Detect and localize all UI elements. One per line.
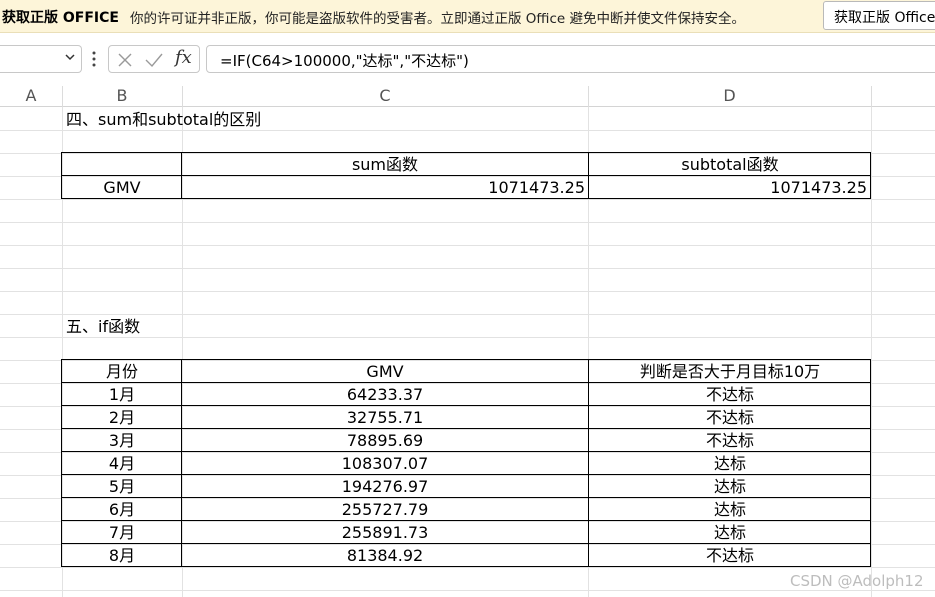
table-cell-result[interactable]: 达标 — [589, 476, 871, 498]
table-cell-result[interactable]: 不达标 — [589, 407, 871, 429]
table-header-cell[interactable]: subtotal函数 — [589, 154, 871, 176]
column-separator[interactable] — [62, 86, 63, 107]
formula-bar: fx =IF(C64>100000,"达标","不达标") — [0, 41, 935, 79]
banner-title: 获取正版 OFFICE — [2, 10, 119, 26]
table-border — [61, 359, 871, 360]
column-header-a[interactable]: A — [0, 86, 62, 107]
banner-message: 你的许可证并非正版，你可能是盗版软件的受害者。立即通过正版 Office 避免中… — [130, 11, 745, 27]
table-cell-result[interactable]: 不达标 — [589, 545, 871, 567]
get-genuine-office-button[interactable]: 获取正版 Office — [823, 1, 935, 30]
table-cell-gmv[interactable]: 32755.71 — [182, 407, 588, 429]
table-cell-subtotal[interactable]: 1071473.25 — [589, 177, 867, 199]
table-cell-result[interactable]: 达标 — [589, 499, 871, 521]
gridline — [0, 314, 935, 315]
gridline — [0, 222, 935, 223]
section-title-sum-subtotal: 四、sum和subtotal的区别 — [66, 110, 262, 129]
table-cell-gmv[interactable]: 81384.92 — [182, 545, 588, 567]
table-cell-month[interactable]: 3月 — [62, 430, 182, 452]
gridline — [0, 245, 935, 246]
table-header-cell[interactable]: GMV — [182, 361, 588, 383]
column-header-c[interactable]: C — [182, 86, 588, 107]
column-separator[interactable] — [588, 86, 589, 107]
gridline — [0, 590, 935, 591]
chevron-down-icon[interactable] — [65, 52, 75, 62]
gridline — [871, 107, 872, 597]
insert-function-icon[interactable]: fx — [175, 47, 192, 68]
table-cell-label[interactable]: GMV — [62, 177, 182, 199]
column-header-b[interactable]: B — [62, 86, 182, 107]
table-cell-result[interactable]: 不达标 — [589, 384, 871, 406]
name-box[interactable] — [0, 45, 82, 73]
table-cell-gmv[interactable]: 64233.37 — [182, 384, 588, 406]
table-cell-month[interactable]: 6月 — [62, 499, 182, 521]
table-cell-month[interactable]: 2月 — [62, 407, 182, 429]
column-header-e[interactable] — [871, 86, 935, 107]
formula-input[interactable]: =IF(C64>100000,"达标","不达标") — [206, 45, 935, 73]
section-title-if: 五、if函数 — [66, 317, 141, 336]
table-cell-month[interactable]: 4月 — [62, 453, 182, 475]
more-options-icon[interactable] — [92, 51, 96, 67]
column-header-d[interactable]: D — [588, 86, 871, 107]
table-cell-sum[interactable]: 1071473.25 — [182, 177, 585, 199]
table-cell-month[interactable]: 7月 — [62, 522, 182, 544]
license-warning-banner: 获取正版 OFFICE 你的许可证并非正版，你可能是盗版软件的受害者。立即通过正… — [0, 0, 935, 33]
table-cell-month[interactable]: 8月 — [62, 545, 182, 567]
gridline — [0, 567, 935, 568]
table-cell-month[interactable]: 5月 — [62, 476, 182, 498]
table-cell-gmv[interactable]: 78895.69 — [182, 430, 588, 452]
column-separator[interactable] — [182, 86, 183, 107]
table-cell-gmv[interactable]: 255891.73 — [182, 522, 588, 544]
table-header-cell[interactable]: 月份 — [62, 361, 182, 383]
table-cell-result[interactable]: 不达标 — [589, 430, 871, 452]
column-separator[interactable] — [871, 86, 872, 107]
gridline — [0, 199, 935, 200]
gridline — [0, 268, 935, 269]
table-cell-gmv[interactable]: 255727.79 — [182, 499, 588, 521]
watermark: CSDN @Adolph12 — [790, 572, 924, 590]
table-cell-result[interactable]: 达标 — [589, 453, 871, 475]
table-cell-gmv[interactable]: 108307.07 — [182, 453, 588, 475]
table-cell-gmv[interactable]: 194276.97 — [182, 476, 588, 498]
cancel-icon[interactable] — [117, 52, 133, 68]
table-header-cell[interactable]: 判断是否大于月目标10万 — [589, 361, 871, 383]
table-border — [61, 152, 871, 153]
formula-actions: fx — [108, 45, 200, 73]
table-header-cell[interactable]: sum函数 — [182, 154, 588, 176]
gridline — [0, 337, 935, 338]
table-cell-month[interactable]: 1月 — [62, 384, 182, 406]
enter-check-icon[interactable] — [145, 52, 163, 68]
gridline — [0, 291, 935, 292]
table-cell-result[interactable]: 达标 — [589, 522, 871, 544]
